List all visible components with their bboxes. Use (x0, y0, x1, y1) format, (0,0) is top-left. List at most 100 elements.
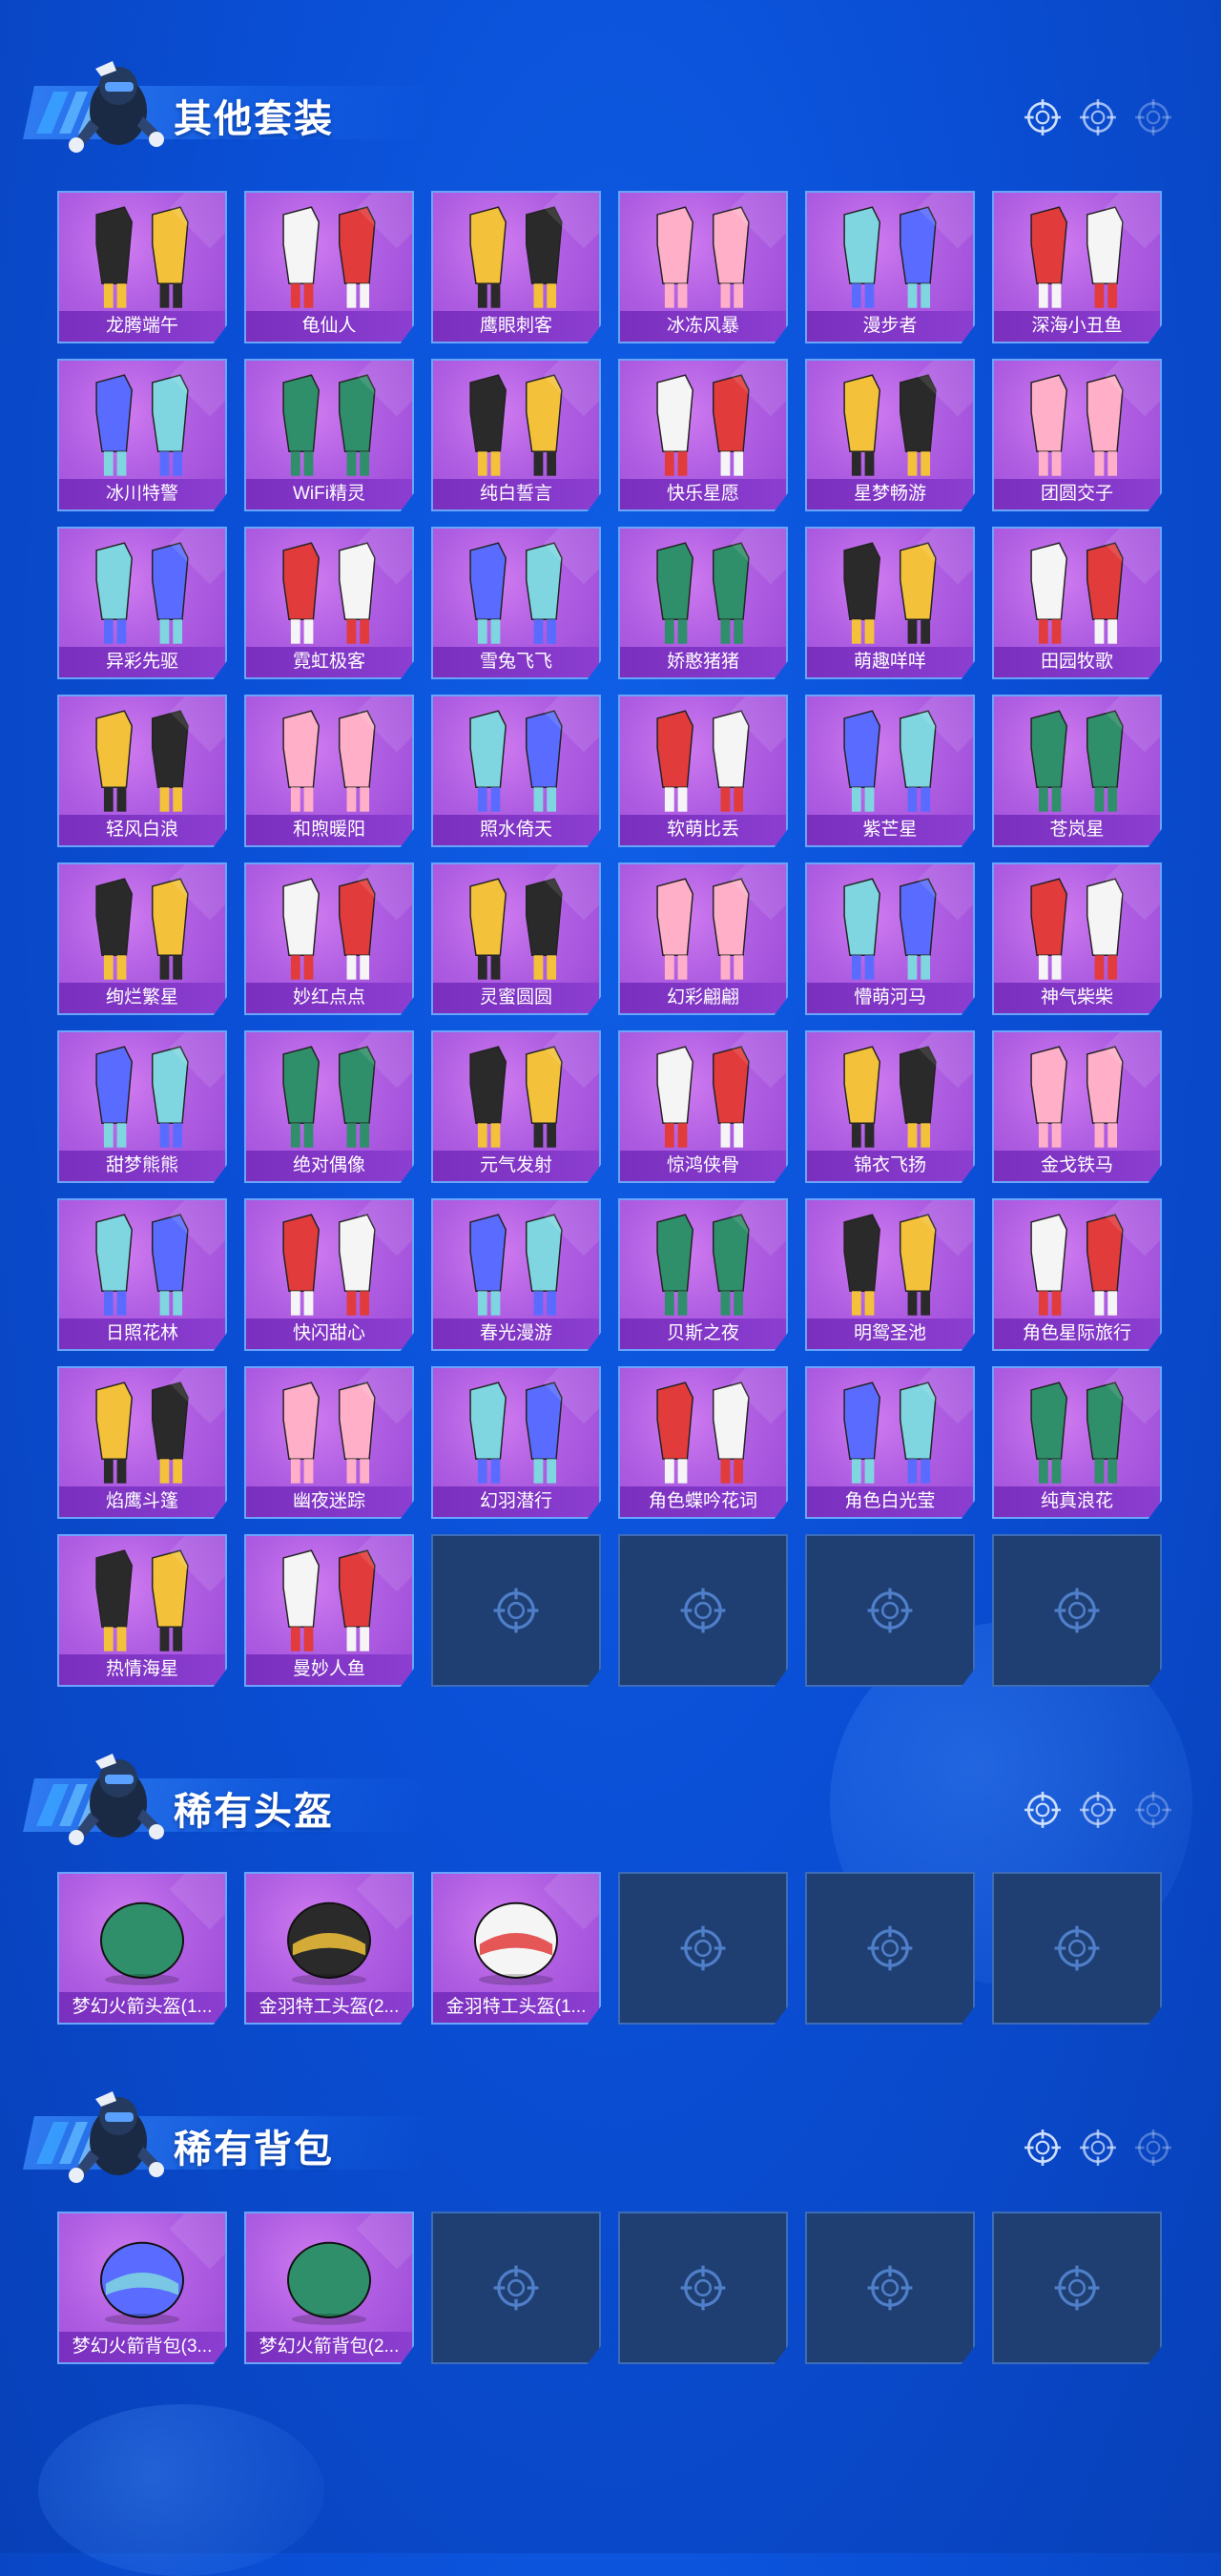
crosshair-icon (1024, 1792, 1061, 1828)
item-name-label: 田园牧歌 (994, 647, 1160, 677)
item-card[interactable]: WiFi精灵 (244, 359, 414, 511)
item-card[interactable]: 甜梦熊熊 (57, 1030, 227, 1183)
empty-slot (992, 1872, 1162, 2025)
item-card[interactable]: 幽夜迷踪 (244, 1366, 414, 1519)
item-name-label: 纯白誓言 (433, 479, 599, 509)
crosshair-icon (1054, 2265, 1100, 2311)
item-card[interactable]: 锦衣飞扬 (805, 1030, 975, 1183)
item-card[interactable]: 梦幻火箭背包(2... (244, 2212, 414, 2364)
item-card[interactable]: 元气发射 (431, 1030, 601, 1183)
item-card[interactable]: 金戈铁马 (992, 1030, 1162, 1183)
section-header: 稀有头盔 (23, 1746, 1173, 1851)
item-card[interactable]: 星梦畅游 (805, 359, 975, 511)
item-artwork (95, 374, 189, 476)
item-artwork (95, 1046, 189, 1148)
crosshair-icon (1054, 1925, 1100, 1971)
item-card[interactable]: 角色星际旅行 (992, 1198, 1162, 1351)
item-name-label: 甜梦熊熊 (59, 1151, 225, 1181)
item-card[interactable]: 苍岚星 (992, 695, 1162, 847)
item-name-label: 金戈铁马 (994, 1151, 1160, 1181)
item-name-label: 日照花林 (59, 1319, 225, 1349)
item-card[interactable]: 娇憨猪猪 (618, 527, 788, 679)
item-artwork (843, 206, 937, 308)
item-card[interactable]: 贝斯之夜 (618, 1198, 788, 1351)
item-artwork (656, 1214, 750, 1316)
item-card[interactable]: 神气柴柴 (992, 862, 1162, 1015)
item-card[interactable]: 龟仙人 (244, 191, 414, 343)
item-card[interactable]: 妙红点点 (244, 862, 414, 1015)
item-card[interactable]: 萌趣咩咩 (805, 527, 975, 679)
empty-slot (431, 1534, 601, 1687)
item-name-label: 惊鸿侠骨 (620, 1151, 786, 1181)
crosshair-icon (1024, 2129, 1061, 2166)
item-card[interactable]: 绝对偶像 (244, 1030, 414, 1183)
item-card[interactable]: 深海小丑鱼 (992, 191, 1162, 343)
empty-slot (618, 2212, 788, 2364)
item-card[interactable]: 异彩先驱 (57, 527, 227, 679)
item-artwork (1030, 206, 1124, 308)
item-name-label: 幽夜迷踪 (246, 1486, 412, 1517)
item-name-label: 冰冻风暴 (620, 311, 786, 342)
crosshair-icon (867, 1588, 913, 1633)
item-name-label: 明鸳圣池 (807, 1319, 973, 1349)
item-artwork (1030, 1214, 1124, 1316)
item-artwork (656, 374, 750, 476)
item-card[interactable]: 雪兔飞飞 (431, 527, 601, 679)
item-card[interactable]: 冰冻风暴 (618, 191, 788, 343)
item-artwork (469, 710, 563, 812)
item-card[interactable]: 冰川特警 (57, 359, 227, 511)
item-artwork (469, 1214, 563, 1316)
item-card[interactable]: 纯白誓言 (431, 359, 601, 511)
item-name-label: 金羽特工头盔(2... (246, 1992, 412, 2023)
item-artwork (282, 878, 376, 980)
item-card[interactable]: 热情海星 (57, 1534, 227, 1687)
empty-slot (431, 2212, 601, 2364)
crosshair-icon (680, 1925, 726, 1971)
item-card[interactable]: 照水倚天 (431, 695, 601, 847)
item-card[interactable]: 纯真浪花 (992, 1366, 1162, 1519)
item-card[interactable]: 春光漫游 (431, 1198, 601, 1351)
item-artwork (1030, 374, 1124, 476)
item-card[interactable]: 焰鹰斗篷 (57, 1366, 227, 1519)
item-card[interactable]: 和煦暖阳 (244, 695, 414, 847)
item-card[interactable]: 日照花林 (57, 1198, 227, 1351)
item-card[interactable]: 绚烂繁星 (57, 862, 227, 1015)
item-card[interactable]: 幻彩翩翩 (618, 862, 788, 1015)
item-card[interactable]: 懵萌河马 (805, 862, 975, 1015)
item-card[interactable]: 梦幻火箭头盔(1... (57, 1872, 227, 2025)
item-card[interactable]: 梦幻火箭背包(3... (57, 2212, 227, 2364)
item-artwork (656, 710, 750, 812)
item-card[interactable]: 轻风白浪 (57, 695, 227, 847)
crosshair-icon (680, 1588, 726, 1633)
item-card[interactable]: 角色白光莹 (805, 1366, 975, 1519)
item-artwork (843, 374, 937, 476)
item-artwork (469, 1046, 563, 1148)
item-card[interactable]: 灵蜜圆圆 (431, 862, 601, 1015)
item-artwork (100, 2241, 184, 2325)
item-card[interactable]: 团圆交子 (992, 359, 1162, 511)
item-artwork (282, 542, 376, 644)
item-card[interactable]: 明鸳圣池 (805, 1198, 975, 1351)
item-name-label: 曼妙人鱼 (246, 1654, 412, 1685)
item-card[interactable]: 快乐星愿 (618, 359, 788, 511)
item-name-label: 娇憨猪猪 (620, 647, 786, 677)
item-card[interactable]: 软萌比丢 (618, 695, 788, 847)
item-card[interactable]: 快闪甜心 (244, 1198, 414, 1351)
item-card[interactable]: 鹰眼刺客 (431, 191, 601, 343)
item-card[interactable]: 龙腾端午 (57, 191, 227, 343)
item-card[interactable]: 金羽特工头盔(2... (244, 1872, 414, 2025)
item-card[interactable]: 金羽特工头盔(1... (431, 1872, 601, 2025)
item-card[interactable]: 漫步者 (805, 191, 975, 343)
soldier-mascot-icon (69, 61, 164, 153)
item-artwork (287, 2241, 371, 2325)
item-card[interactable]: 角色蝶吟花词 (618, 1366, 788, 1519)
item-card[interactable]: 幻羽潜行 (431, 1366, 601, 1519)
item-card[interactable]: 曼妙人鱼 (244, 1534, 414, 1687)
item-card[interactable]: 霓虹极客 (244, 527, 414, 679)
crosshair-icon (867, 1925, 913, 1971)
item-card[interactable]: 紫芒星 (805, 695, 975, 847)
item-card[interactable]: 田园牧歌 (992, 527, 1162, 679)
item-artwork (1030, 878, 1124, 980)
item-name-label: 绝对偶像 (246, 1151, 412, 1181)
item-card[interactable]: 惊鸿侠骨 (618, 1030, 788, 1183)
